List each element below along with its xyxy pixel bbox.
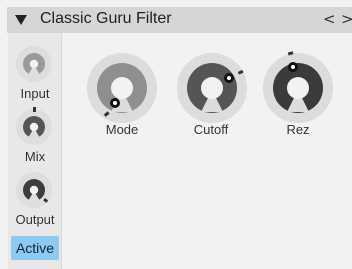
rez-knob-center — [287, 77, 309, 99]
collapse-triangle-icon[interactable] — [15, 15, 27, 25]
input-knob[interactable] — [14, 44, 54, 84]
cutoff-knob[interactable] — [176, 52, 248, 124]
output-knob-label: Output — [15, 212, 55, 227]
rez-knob-indicator-dot — [291, 65, 295, 69]
mode-knob-indicator-dot — [113, 101, 117, 105]
mode-knob-label: Mode — [105, 122, 139, 137]
cutoff-knob-indicator-dot — [227, 76, 231, 80]
output-knob-center — [29, 185, 39, 195]
device-title: Classic Guru Filter — [40, 10, 172, 27]
nav-prev-button[interactable]: < — [323, 10, 336, 28]
sidebar-divider — [61, 33, 62, 269]
active-toggle-button[interactable]: Active — [11, 236, 59, 260]
mix-knob-center — [29, 122, 39, 132]
nav-next-button[interactable]: > — [341, 10, 352, 28]
mix-knob-label: Mix — [24, 149, 46, 164]
cutoff-knob-center — [201, 77, 223, 99]
mix-knob[interactable] — [14, 107, 54, 147]
output-knob[interactable] — [14, 170, 54, 210]
device-header: Classic Guru Filter < > — [7, 7, 352, 33]
mode-knob-center — [111, 77, 133, 99]
mode-knob[interactable] — [86, 52, 158, 124]
input-knob-center — [29, 59, 39, 69]
cutoff-knob-label: Cutoff — [193, 122, 229, 137]
active-toggle-label: Active — [15, 240, 55, 256]
mix-knob-indicator — [33, 107, 36, 112]
device-panel: Classic Guru Filter < > Input Mix Output… — [0, 0, 352, 269]
rez-knob[interactable] — [262, 51, 334, 124]
rez-knob-label: Rez — [286, 122, 310, 137]
input-knob-label: Input — [20, 86, 50, 101]
